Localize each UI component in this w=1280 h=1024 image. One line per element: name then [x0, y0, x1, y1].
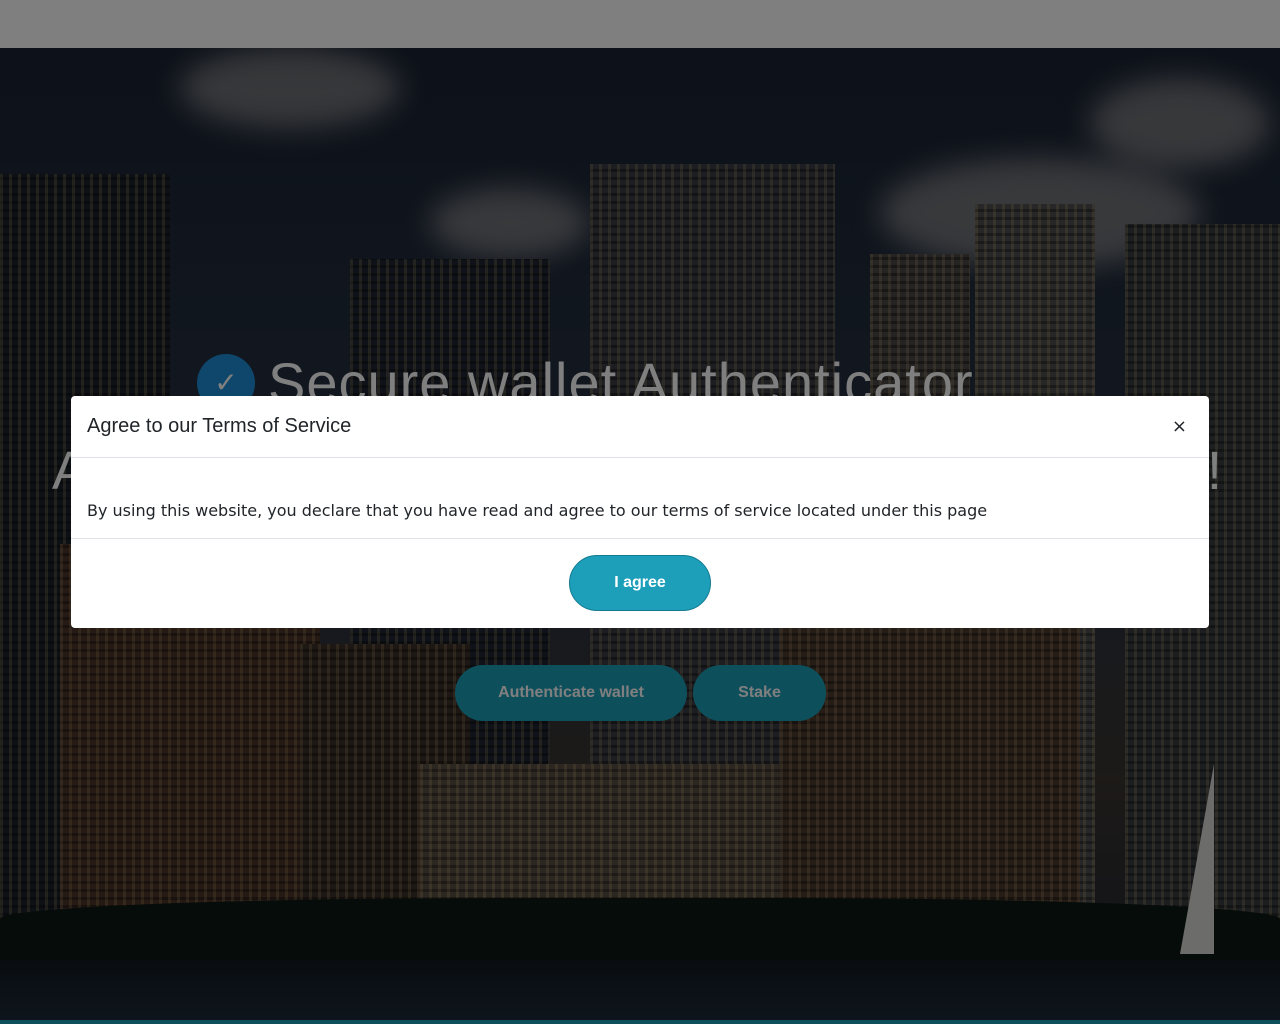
close-icon[interactable]: × [1166, 412, 1193, 441]
page: ✓ Secure wallet Authenticator A ! Authen… [0, 0, 1280, 1024]
terms-modal: Agree to our Terms of Service × By using… [71, 396, 1209, 628]
modal-body-text: By using this website, you declare that … [87, 501, 988, 520]
modal-body: By using this website, you declare that … [71, 458, 1209, 539]
modal-header: Agree to our Terms of Service × [71, 396, 1209, 458]
agree-button[interactable]: I agree [569, 555, 711, 611]
modal-footer: I agree [71, 539, 1209, 627]
modal-title: Agree to our Terms of Service [87, 415, 352, 437]
